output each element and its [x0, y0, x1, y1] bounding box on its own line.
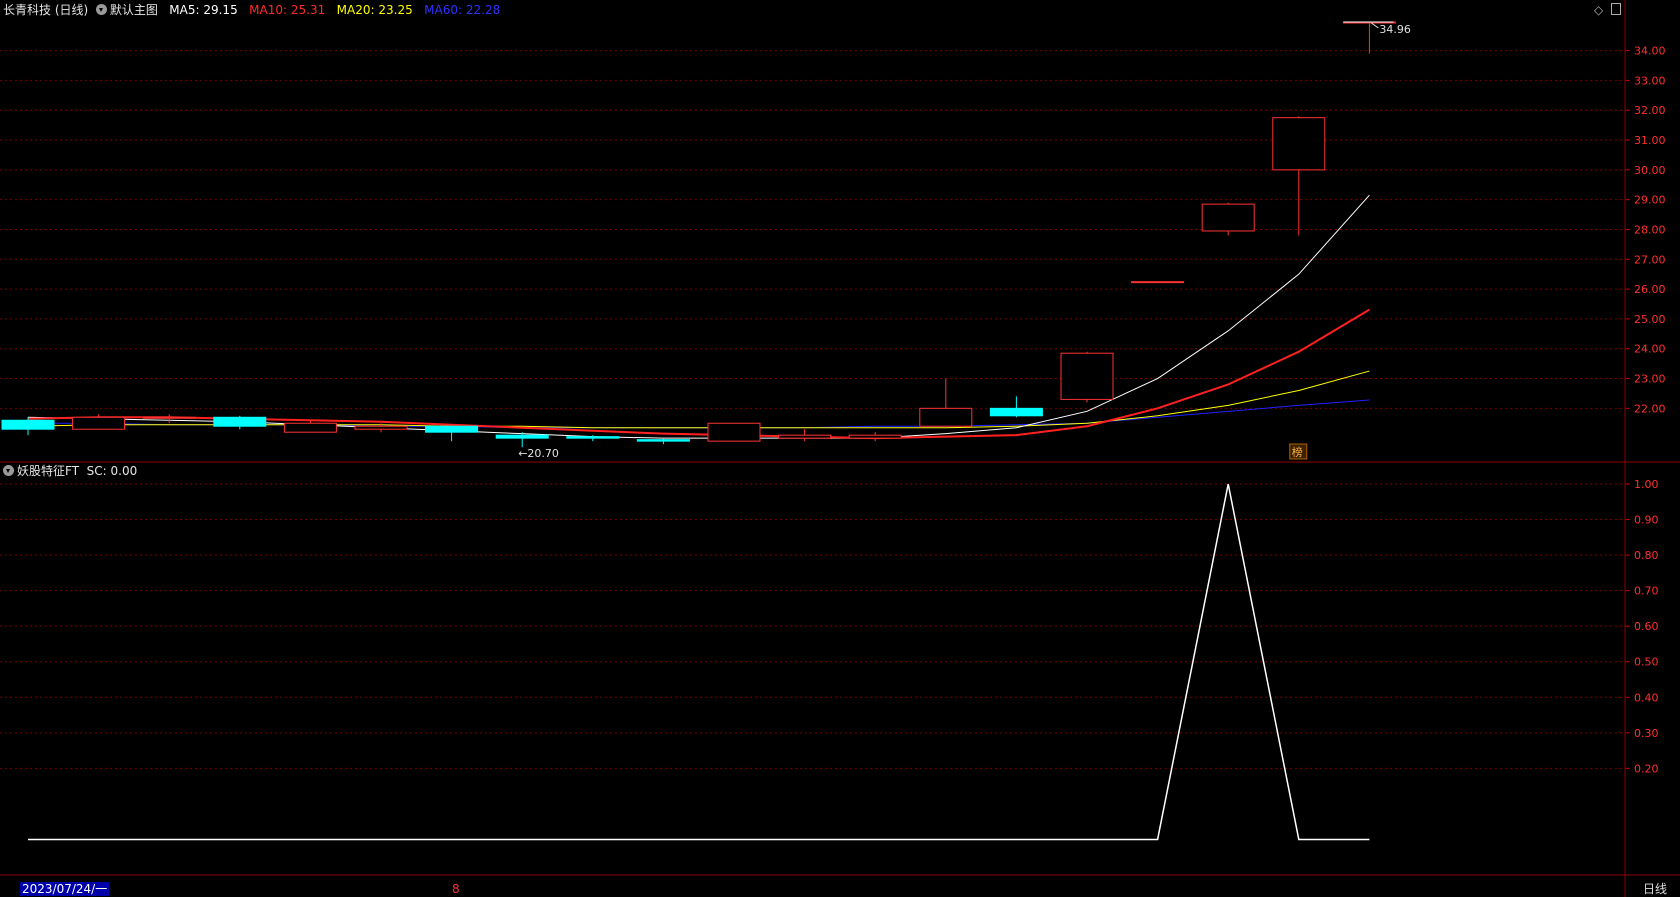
price-tick-label: 22.00 — [1634, 402, 1666, 415]
candle-body[interactable] — [707, 422, 761, 442]
candle-body[interactable] — [142, 416, 196, 419]
indicator-dropdown-icon[interactable] — [3, 465, 14, 476]
stock-title[interactable]: 长青科技 (日线) — [3, 3, 88, 17]
price-tick-label: 29.00 — [1634, 194, 1666, 207]
candle-body[interactable] — [283, 422, 337, 433]
candle-body[interactable] — [1272, 117, 1326, 171]
ma10-label: MA10: 25.31 — [249, 3, 326, 17]
candle-body[interactable] — [566, 436, 620, 439]
cycle-marker: 8 — [452, 882, 460, 896]
price-tick-label: 25.00 — [1634, 313, 1666, 326]
candle-body[interactable] — [72, 416, 126, 430]
ma5-label: MA5: 29.15 — [169, 3, 238, 17]
price-tick-label: 31.00 — [1634, 134, 1666, 147]
indicator-tick-label: 0.90 — [1634, 514, 1659, 527]
indicator-title[interactable]: 妖股特征FT — [17, 464, 79, 478]
candle-body[interactable] — [354, 425, 408, 430]
candle-body[interactable] — [1131, 281, 1185, 284]
indicator-tick-label: 0.70 — [1634, 585, 1659, 598]
ma20-label: MA20: 23.25 — [336, 3, 413, 17]
indicator-tick-label: 0.80 — [1634, 549, 1659, 562]
indicator-tick-label: 0.60 — [1634, 620, 1659, 633]
window-controls: ◇ — [1594, 3, 1622, 17]
candle-body[interactable] — [213, 416, 267, 427]
indicator-tick-label: 0.50 — [1634, 656, 1659, 669]
low-price-label: ←20.70 — [518, 447, 559, 460]
period-label[interactable]: 日线 — [1643, 882, 1667, 896]
template-dropdown-icon[interactable] — [95, 4, 107, 15]
chart-canvas[interactable]: 34.00 33.00 32.00 31.00 30.00 29.00 28.00 27.00… — [0, 0, 1680, 897]
price-tick-label: 33.00 — [1634, 74, 1666, 87]
diamond-icon[interactable]: ◇ — [1594, 3, 1603, 17]
indicator-tick-label: 0.40 — [1634, 691, 1659, 704]
ma5-line — [27, 194, 1370, 439]
sc-label: SC: 0.00 — [86, 464, 138, 478]
panel-icon[interactable] — [1611, 3, 1622, 15]
candle-body[interactable] — [1201, 203, 1255, 232]
price-tick-label: 27.00 — [1634, 253, 1666, 266]
candle-body[interactable] — [919, 407, 973, 427]
template-name[interactable]: 默认主图 — [110, 3, 158, 17]
price-tick-label: 32.00 — [1634, 104, 1666, 117]
main-header: 长青科技 (日线) 默认主图 MA5: 29.15 MA10: 25.31 MA… — [3, 3, 500, 17]
indicator-tick-label: 1.00 — [1634, 478, 1659, 491]
candle-body[interactable] — [495, 434, 549, 439]
candle-body[interactable] — [848, 434, 902, 439]
indicator-tick-label: 0.20 — [1634, 762, 1659, 775]
date-cursor-label: 2023/07/24/一 — [20, 882, 110, 896]
price-tick-label: 28.00 — [1634, 223, 1666, 236]
indicator-header: 妖股特征FT SC: 0.00 — [3, 464, 137, 478]
candle-body[interactable] — [425, 425, 479, 433]
sc-indicator-line — [28, 483, 1370, 841]
price-tick-label: 23.00 — [1634, 373, 1666, 386]
candle-body[interactable] — [1, 419, 55, 430]
candle-body[interactable] — [1060, 352, 1114, 400]
indicator-tick-label: 0.30 — [1634, 727, 1659, 740]
high-price-label: 34.96 — [1379, 23, 1411, 36]
price-tick-label: 30.00 — [1634, 164, 1666, 177]
candle-body[interactable] — [778, 434, 832, 439]
lhb-badge-label: 榜 — [1292, 445, 1303, 459]
ma60-label: MA60: 22.28 — [424, 3, 501, 17]
price-tick-label: 24.00 — [1634, 343, 1666, 356]
candle-body[interactable] — [636, 439, 690, 442]
candle-body[interactable] — [989, 407, 1043, 417]
price-tick-label: 26.00 — [1634, 283, 1666, 296]
high-price-pointer — [1371, 22, 1379, 29]
price-tick-label: 34.00 — [1634, 45, 1666, 58]
